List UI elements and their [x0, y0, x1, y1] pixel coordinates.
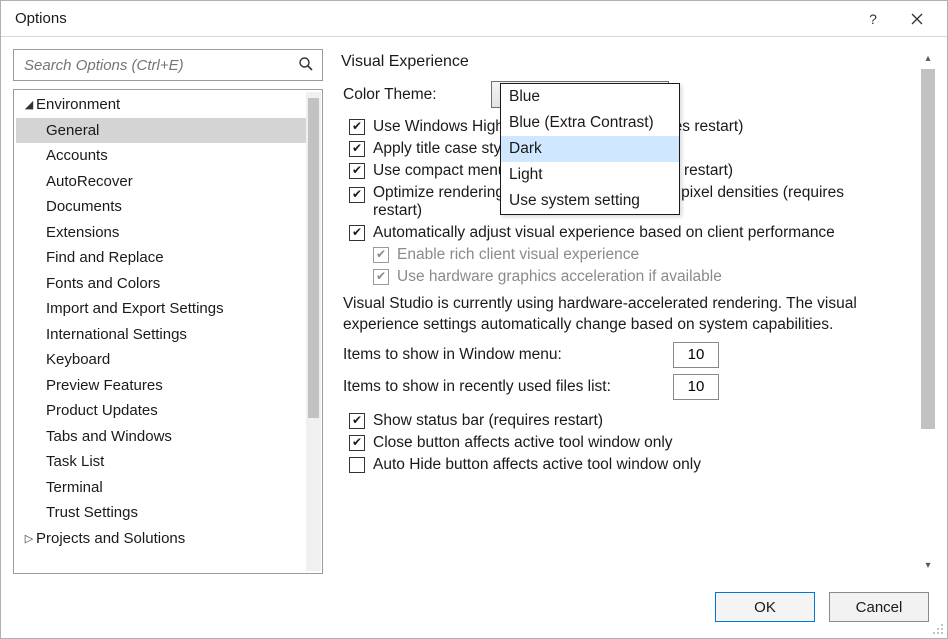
scroll-down-icon[interactable]: ▾	[919, 556, 937, 574]
window-menu-input[interactable]	[673, 342, 719, 368]
tree-item-international-settings[interactable]: International Settings	[16, 322, 306, 348]
checkbox-hw-accel	[373, 269, 389, 285]
search-icon	[298, 56, 314, 75]
tree-item-label: Terminal	[46, 479, 103, 496]
expander-icon[interactable]: ▷	[22, 532, 36, 545]
label-close-affects: Close button affects active tool window …	[373, 434, 673, 452]
render-note: Visual Studio is currently using hardwar…	[343, 294, 917, 336]
tree-item-label: Product Updates	[46, 402, 158, 419]
tree-item-environment[interactable]: ◢Environment	[16, 92, 306, 118]
tree-item-extensions[interactable]: Extensions	[16, 220, 306, 246]
tree-item-label: Find and Replace	[46, 249, 164, 266]
ok-button[interactable]: OK	[715, 592, 815, 622]
cancel-button[interactable]: Cancel	[829, 592, 929, 622]
scroll-up-icon[interactable]: ▴	[919, 49, 937, 67]
tree-item-keyboard[interactable]: Keyboard	[16, 347, 306, 373]
title-bar: Options ?	[1, 1, 947, 37]
checkbox-auto-adjust[interactable]	[349, 225, 365, 241]
tree-item-label: Preview Features	[46, 377, 163, 394]
tree-item-trust-settings[interactable]: Trust Settings	[16, 500, 306, 526]
checkbox-optimize-dpi[interactable]	[349, 187, 365, 203]
checkbox-autohide-affects[interactable]	[349, 457, 365, 473]
theme-option-use-system-setting[interactable]: Use system setting	[501, 188, 679, 214]
scrollbar-thumb[interactable]	[308, 98, 319, 418]
label-auto-adjust: Automatically adjust visual experience b…	[373, 224, 835, 242]
help-icon: ?	[869, 11, 877, 27]
tree-item-preview-features[interactable]: Preview Features	[16, 373, 306, 399]
tree-item-task-list[interactable]: Task List	[16, 449, 306, 475]
tree-item-label: Task List	[46, 453, 104, 470]
tree-item-label: AutoRecover	[46, 173, 133, 190]
checkbox-high-contrast[interactable]	[349, 119, 365, 135]
tree-item-accounts[interactable]: Accounts	[16, 143, 306, 169]
tree-item-terminal[interactable]: Terminal	[16, 475, 306, 501]
tree-item-import-and-export-settings[interactable]: Import and Export Settings	[16, 296, 306, 322]
dialog-footer: OK Cancel	[1, 576, 947, 638]
tree-item-label: General	[46, 122, 99, 139]
checkbox-status-bar[interactable]	[349, 413, 365, 429]
color-theme-label: Color Theme:	[343, 86, 483, 104]
close-button[interactable]	[895, 4, 939, 34]
checkbox-compact-menu[interactable]	[349, 163, 365, 179]
tree-item-label: Environment	[36, 96, 120, 113]
theme-option-light[interactable]: Light	[501, 162, 679, 188]
tree-item-label: Documents	[46, 198, 122, 215]
window-title: Options	[15, 10, 851, 27]
tree-item-label: Trust Settings	[46, 504, 138, 521]
tree-item-fonts-and-colors[interactable]: Fonts and Colors	[16, 271, 306, 297]
tree-item-find-and-replace[interactable]: Find and Replace	[16, 245, 306, 271]
label-autohide-affects: Auto Hide button affects active tool win…	[373, 456, 701, 474]
tree-item-autorecover[interactable]: AutoRecover	[16, 169, 306, 195]
search-input[interactable]	[22, 56, 298, 75]
resize-grip[interactable]	[931, 622, 945, 636]
content-scrollbar[interactable]: ▴ ▾	[919, 49, 937, 574]
tree-item-label: Extensions	[46, 224, 119, 241]
tree-item-general[interactable]: General	[16, 118, 306, 144]
close-icon	[911, 13, 923, 25]
expander-icon[interactable]: ◢	[22, 98, 36, 111]
tree-item-label: Accounts	[46, 147, 108, 164]
tree-item-label: Keyboard	[46, 351, 110, 368]
checkbox-close-affects[interactable]	[349, 435, 365, 451]
tree-scrollbar[interactable]	[306, 92, 321, 571]
recent-files-label: Items to show in recently used files lis…	[343, 378, 673, 396]
tree-item-label: Import and Export Settings	[46, 300, 224, 317]
window-menu-label: Items to show in Window menu:	[343, 346, 673, 364]
scrollbar-thumb[interactable]	[921, 69, 935, 429]
group-title: Visual Experience	[341, 53, 917, 71]
label-status-bar: Show status bar (requires restart)	[373, 412, 603, 430]
theme-option-blue-extra-contrast-[interactable]: Blue (Extra Contrast)	[501, 110, 679, 136]
search-box[interactable]	[13, 49, 323, 81]
theme-option-blue[interactable]: Blue	[501, 84, 679, 110]
tree-item-label: International Settings	[46, 326, 187, 343]
tree-item-documents[interactable]: Documents	[16, 194, 306, 220]
theme-option-dark[interactable]: Dark	[501, 136, 679, 162]
help-button[interactable]: ?	[851, 4, 895, 34]
color-theme-dropdown[interactable]: BlueBlue (Extra Contrast)DarkLightUse sy…	[500, 83, 680, 215]
tree-item-tabs-and-windows[interactable]: Tabs and Windows	[16, 424, 306, 450]
tree-item-product-updates[interactable]: Product Updates	[16, 398, 306, 424]
label-hw-accel: Use hardware graphics acceleration if av…	[397, 268, 722, 286]
tree-item-label: Projects and Solutions	[36, 530, 185, 547]
tree-item-projects-and-solutions[interactable]: ▷Projects and Solutions	[16, 526, 306, 552]
category-tree: ◢Environment General Accounts AutoRecover Do…	[13, 89, 323, 574]
checkbox-rich-client	[373, 247, 389, 263]
label-rich-client: Enable rich client visual experience	[397, 246, 639, 264]
tree-item-label: Fonts and Colors	[46, 275, 160, 292]
checkbox-title-case[interactable]	[349, 141, 365, 157]
recent-files-input[interactable]	[673, 374, 719, 400]
tree-item-label: Tabs and Windows	[46, 428, 172, 445]
